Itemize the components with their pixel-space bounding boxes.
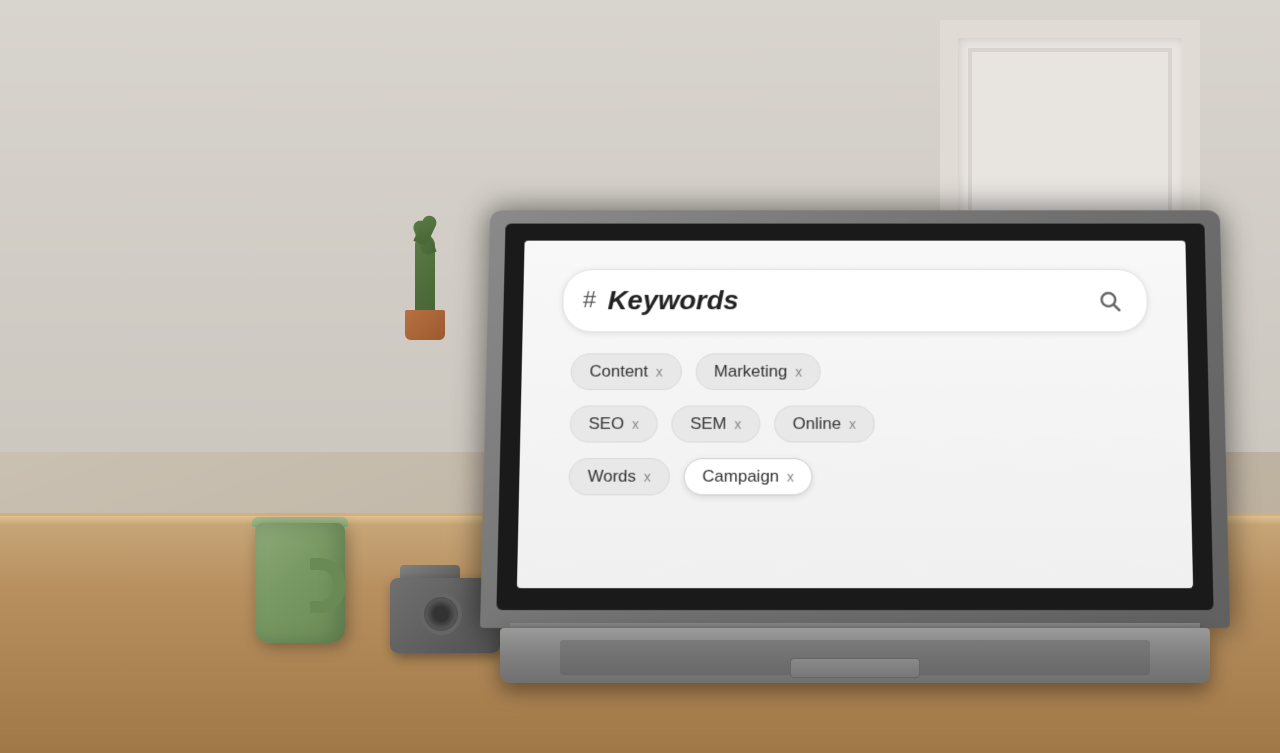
laptop-trackpad: [790, 658, 920, 678]
book: [91, 145, 107, 300]
book: [135, 155, 149, 300]
book: [51, 160, 65, 300]
book: [183, 128, 201, 300]
tag-online-close[interactable]: x: [849, 416, 856, 432]
tag-seo-close[interactable]: x: [632, 416, 639, 432]
tag-marketing[interactable]: Marketing x: [695, 353, 821, 390]
bookshelf: [30, 100, 235, 300]
search-keywords-text: Keywords: [608, 285, 1081, 316]
tag-content[interactable]: Content x: [571, 353, 682, 390]
tag-seo[interactable]: SEO x: [570, 406, 658, 443]
scene: # Keywords: [0, 0, 1280, 753]
tag-online-label: Online: [793, 414, 842, 433]
tag-marketing-label: Marketing: [714, 362, 788, 381]
mug-body: [255, 523, 345, 643]
book: [152, 135, 180, 300]
tag-words[interactable]: Words x: [569, 458, 670, 495]
book: [30, 140, 48, 300]
mug-handle: [310, 558, 345, 613]
cactus-arm-right: [413, 213, 438, 246]
screen-content: # Keywords: [517, 241, 1193, 589]
tag-words-label: Words: [588, 467, 637, 487]
cactus-body: [415, 235, 435, 315]
laptop-screen-bezel: # Keywords: [496, 224, 1213, 610]
camera-lens: [420, 593, 462, 635]
tag-sem[interactable]: SEM x: [671, 406, 760, 443]
tags-row-3: Words x Campaign x: [569, 458, 1142, 495]
tags-row-1: Content x Marketing x: [571, 353, 1140, 390]
mug: [240, 493, 360, 643]
search-bar[interactable]: # Keywords: [562, 269, 1148, 332]
hash-symbol: #: [583, 287, 597, 314]
cactus: [400, 200, 450, 340]
book: [204, 162, 216, 300]
tags-area: Content x Marketing x: [559, 353, 1152, 495]
tag-content-label: Content: [589, 362, 648, 381]
tag-marketing-close[interactable]: x: [795, 364, 802, 379]
book: [68, 130, 88, 300]
tag-sem-label: SEM: [690, 414, 727, 433]
tag-campaign-close[interactable]: x: [787, 469, 794, 485]
tag-content-close[interactable]: x: [656, 364, 663, 379]
tag-words-close[interactable]: x: [644, 469, 651, 485]
laptop-screen-outer: # Keywords: [480, 210, 1230, 628]
search-icon-button[interactable]: [1092, 283, 1128, 317]
tag-online[interactable]: Online x: [774, 406, 875, 443]
book: [110, 120, 132, 300]
tags-row-2: SEO x SEM x Online x: [570, 406, 1141, 443]
book: [219, 150, 235, 300]
tag-sem-close[interactable]: x: [734, 416, 741, 432]
laptop-screen-display: # Keywords: [517, 241, 1193, 589]
cactus-pot: [405, 310, 445, 340]
tag-campaign-label: Campaign: [702, 467, 779, 487]
laptop-base: [500, 628, 1210, 683]
tag-campaign[interactable]: Campaign x: [683, 458, 812, 495]
tag-seo-label: SEO: [588, 414, 624, 433]
